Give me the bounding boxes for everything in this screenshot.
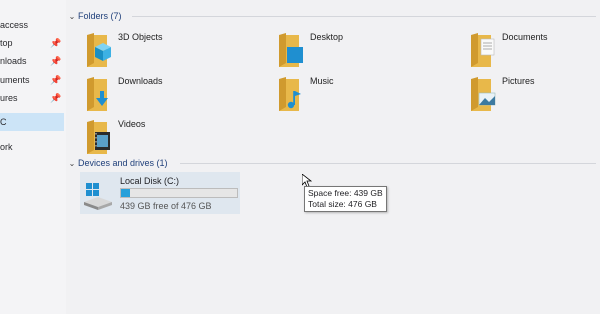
folder-desktop[interactable]: Desktop [258,30,428,70]
folder-name: Documents [502,32,548,42]
music-icon [279,77,301,111]
folder-videos[interactable]: Videos [66,117,236,157]
desktop-icon [279,33,303,67]
nav-item-label: top [0,38,13,48]
pin-icon: 📌 [50,56,62,66]
pin-icon: 📌 [50,38,62,48]
nav-item-label: nloads [0,56,27,66]
folder-name: Downloads [118,76,163,86]
drive-free-space: 439 GB free of 476 GB [120,201,212,211]
group-divider [132,16,596,17]
folder-pictures[interactable]: Pictures [450,74,600,114]
videos-icon [87,120,110,154]
nav-item-documents[interactable]: uments 📌 [0,71,64,89]
nav-item-desktop[interactable]: top 📌 [0,34,64,52]
tooltip-space-free: Space free: 439 GB [308,188,383,198]
devices-group-header[interactable]: ⌄ Devices and drives (1) [66,155,168,171]
drive-usage-bar [120,188,238,198]
pin-icon: 📌 [50,75,62,85]
chevron-down-icon: ⌄ [68,12,76,21]
folder-downloads[interactable]: Downloads [66,74,236,114]
folder-documents[interactable]: Documents [450,30,600,70]
navigation-pane: access top 📌 nloads 📌 uments 📌 ures 📌 C … [0,0,66,314]
nav-item-network[interactable]: ork [0,138,64,156]
devices-header-label: Devices and drives (1) [78,158,168,168]
folder-name: Desktop [310,32,344,42]
content-pane: ⌄ Folders (7) 3D Objects Desktop Documen… [66,0,600,314]
nav-item-this-pc[interactable]: C [0,113,64,131]
drive-name: Local Disk (C:) [120,176,180,186]
drive-local-disk-c[interactable]: Local Disk (C:) 439 GB free of 476 GB [80,172,240,214]
folder-name: Music [310,76,334,86]
folder-3d-objects[interactable]: 3D Objects [66,30,236,70]
nav-item-label: ures [0,93,18,103]
folder-name: 3D Objects [118,32,163,42]
nav-item-quick-access[interactable]: access [0,16,64,34]
pictures-icon [471,77,496,111]
nav-item-pictures[interactable]: ures 📌 [0,89,64,107]
3d-objects-icon [87,33,111,67]
nav-item-label: C [0,117,7,127]
folder-name: Videos [118,119,146,129]
folders-group-header[interactable]: ⌄ Folders (7) [66,8,122,24]
drive-usage-fill [121,189,131,197]
folders-header-label: Folders (7) [78,11,122,21]
drive-tooltip: Space free: 439 GB Total size: 476 GB [304,186,387,212]
chevron-down-icon: ⌄ [68,159,76,168]
nav-item-label: uments [0,75,30,85]
folder-name: Pictures [502,76,535,86]
nav-item-label: access [0,20,29,30]
folder-music[interactable]: Music [258,74,428,114]
nav-item-label: ork [0,142,13,152]
tooltip-total-size: Total size: 476 GB [308,199,377,209]
nav-item-downloads[interactable]: nloads 📌 [0,52,64,70]
documents-icon [471,33,495,67]
hard-drive-icon [84,183,112,210]
downloads-icon [87,77,108,111]
group-divider [180,163,596,164]
pin-icon: 📌 [50,93,62,103]
